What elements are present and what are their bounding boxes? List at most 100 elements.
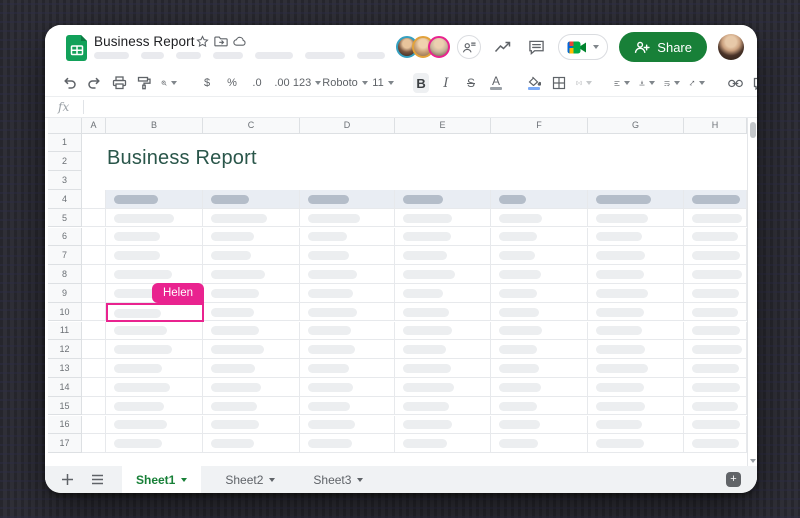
text-rotation-menu[interactable] bbox=[689, 73, 705, 93]
cell-A2[interactable] bbox=[82, 152, 106, 171]
cell-F8[interactable] bbox=[491, 265, 588, 284]
column-header-H[interactable]: H bbox=[684, 118, 747, 134]
row-header-5[interactable]: 5 bbox=[48, 208, 82, 228]
cell-B16[interactable] bbox=[106, 415, 203, 435]
cell-F1[interactable] bbox=[491, 134, 588, 153]
print-button[interactable] bbox=[111, 73, 127, 93]
cell-B14[interactable] bbox=[106, 377, 203, 397]
row-header-1[interactable]: 1 bbox=[48, 133, 82, 153]
cell-H10[interactable] bbox=[684, 302, 747, 322]
cell-A7[interactable] bbox=[82, 246, 106, 266]
collaborator-avatar-3[interactable] bbox=[428, 36, 451, 58]
column-header-B[interactable]: B bbox=[106, 118, 203, 134]
cell-D14[interactable] bbox=[300, 377, 395, 397]
cell-H1[interactable] bbox=[684, 134, 747, 153]
cell-B4[interactable] bbox=[106, 189, 203, 209]
cell-B3[interactable] bbox=[106, 171, 203, 190]
number-format-menu[interactable]: 123 bbox=[293, 73, 322, 93]
cell-A10[interactable] bbox=[82, 302, 106, 322]
cell-D9[interactable] bbox=[300, 283, 395, 303]
bold-button[interactable]: B bbox=[413, 73, 429, 93]
menu-item-placeholder-5[interactable] bbox=[305, 52, 345, 59]
cell-F6[interactable] bbox=[491, 227, 588, 247]
cell-A9[interactable] bbox=[82, 283, 106, 303]
cell-B7[interactable] bbox=[106, 246, 203, 266]
cell-A5[interactable] bbox=[82, 208, 106, 228]
sheet-tab-sheet2[interactable]: Sheet2 bbox=[211, 466, 289, 493]
cell-E9[interactable] bbox=[395, 283, 491, 303]
fill-color-button[interactable] bbox=[526, 73, 542, 93]
document-title[interactable]: Business Report bbox=[94, 34, 195, 49]
cell-D8[interactable] bbox=[300, 265, 395, 284]
cell-F3[interactable] bbox=[491, 171, 588, 190]
cell-H14[interactable] bbox=[684, 377, 747, 397]
menubar-placeholder[interactable] bbox=[94, 52, 385, 59]
cell-B6[interactable] bbox=[106, 227, 203, 247]
profile-avatar[interactable] bbox=[718, 34, 744, 60]
cell-A17[interactable] bbox=[82, 434, 106, 454]
cell-D7[interactable] bbox=[300, 246, 395, 266]
vertical-align-menu[interactable] bbox=[639, 73, 655, 93]
cell-G15[interactable] bbox=[588, 396, 684, 416]
cell-C10[interactable] bbox=[203, 302, 300, 322]
paint-format-button[interactable] bbox=[136, 73, 152, 93]
cell-B15[interactable] bbox=[106, 396, 203, 416]
cell-F15[interactable] bbox=[491, 396, 588, 416]
row-header-6[interactable]: 6 bbox=[48, 227, 82, 247]
cell-D12[interactable] bbox=[300, 340, 395, 360]
cell-B8[interactable] bbox=[106, 265, 203, 284]
cell-E3[interactable] bbox=[395, 171, 491, 190]
move-folder-icon[interactable] bbox=[214, 34, 228, 48]
cell-F17[interactable] bbox=[491, 434, 588, 454]
row-header-17[interactable]: 17 bbox=[48, 434, 82, 454]
cell-D4[interactable] bbox=[300, 189, 395, 209]
cell-F7[interactable] bbox=[491, 246, 588, 266]
menu-item-placeholder-0[interactable] bbox=[94, 52, 129, 59]
cell-D16[interactable] bbox=[300, 415, 395, 435]
cell-H4[interactable] bbox=[684, 189, 747, 209]
row-header-16[interactable]: 16 bbox=[48, 415, 82, 435]
format-percent-button[interactable]: % bbox=[224, 73, 240, 93]
cell-B13[interactable] bbox=[106, 359, 203, 378]
cell-C17[interactable] bbox=[203, 434, 300, 454]
presence-icon[interactable] bbox=[457, 35, 482, 59]
cell-F16[interactable] bbox=[491, 415, 588, 435]
cell-C12[interactable] bbox=[203, 340, 300, 360]
cell-E12[interactable] bbox=[395, 340, 491, 360]
cell-F13[interactable] bbox=[491, 359, 588, 378]
cell-D13[interactable] bbox=[300, 359, 395, 378]
cell-D2[interactable] bbox=[300, 152, 395, 171]
comment-history-icon[interactable] bbox=[525, 36, 547, 58]
sheet-tab-sheet3[interactable]: Sheet3 bbox=[299, 466, 377, 493]
cell-D5[interactable] bbox=[300, 208, 395, 228]
menu-item-placeholder-6[interactable] bbox=[357, 52, 385, 59]
cell-C14[interactable] bbox=[203, 377, 300, 397]
cell-D15[interactable] bbox=[300, 396, 395, 416]
cell-A15[interactable] bbox=[82, 396, 106, 416]
row-header-13[interactable]: 13 bbox=[48, 359, 82, 378]
row-header-11[interactable]: 11 bbox=[48, 321, 82, 341]
undo-button[interactable] bbox=[61, 73, 77, 93]
cell-D3[interactable] bbox=[300, 171, 395, 190]
cell-H6[interactable] bbox=[684, 227, 747, 247]
decrease-decimal-button[interactable]: .0 bbox=[249, 73, 265, 93]
column-header-E[interactable]: E bbox=[395, 118, 491, 134]
row-header-9[interactable]: 9 bbox=[48, 283, 82, 303]
cell-H15[interactable] bbox=[684, 396, 747, 416]
cell-F11[interactable] bbox=[491, 321, 588, 341]
cell-F10[interactable] bbox=[491, 302, 588, 322]
cell-A11[interactable] bbox=[82, 321, 106, 341]
cell-C13[interactable] bbox=[203, 359, 300, 378]
cell-F14[interactable] bbox=[491, 377, 588, 397]
cell-G4[interactable] bbox=[588, 189, 684, 209]
cell-F2[interactable] bbox=[491, 152, 588, 171]
menu-item-placeholder-3[interactable] bbox=[213, 52, 243, 59]
cell-E1[interactable] bbox=[395, 134, 491, 153]
cell-E17[interactable] bbox=[395, 434, 491, 454]
cell-E2[interactable] bbox=[395, 152, 491, 171]
all-sheets-button[interactable] bbox=[86, 469, 108, 491]
format-currency-button[interactable]: $ bbox=[199, 73, 215, 93]
cell-G2[interactable] bbox=[588, 152, 684, 171]
explore-button[interactable]: + bbox=[726, 472, 741, 487]
row-header-3[interactable]: 3 bbox=[48, 171, 82, 190]
